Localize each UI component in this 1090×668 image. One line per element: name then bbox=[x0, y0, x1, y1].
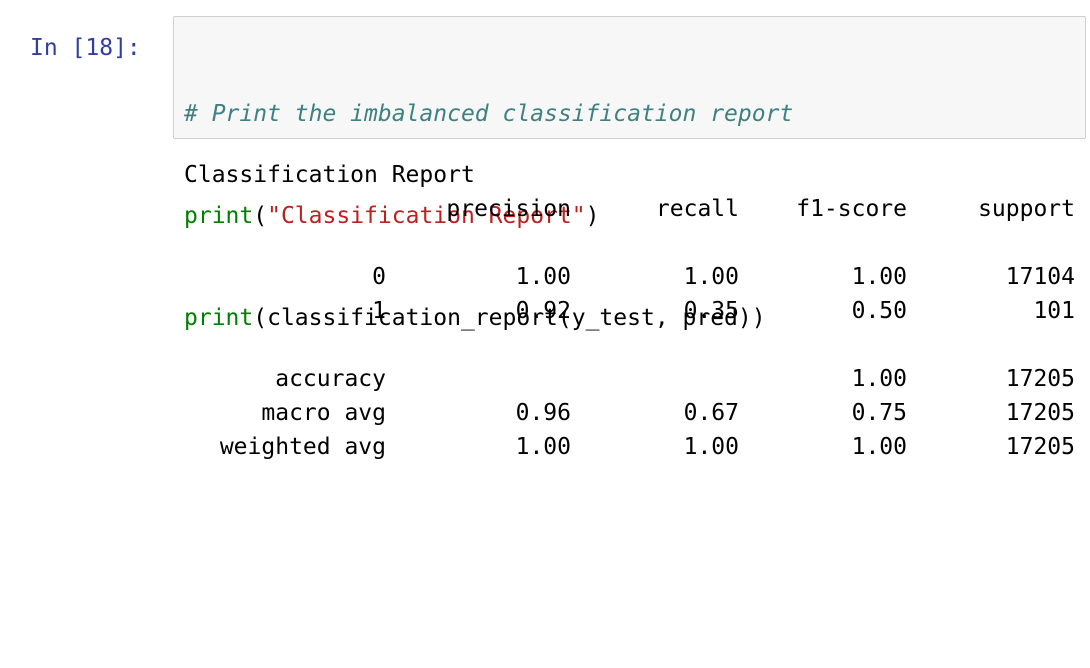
row-f1-score: 1.00 bbox=[851, 366, 907, 392]
report-row-macro-avg: macro avg 0.96 0.67 0.75 17205 bbox=[184, 396, 1084, 430]
row-f1-score: 1.00 bbox=[851, 264, 907, 290]
code-comment: # Print the imbalanced classification re… bbox=[184, 101, 794, 127]
row-support: 17205 bbox=[1005, 366, 1075, 392]
row-support: 17205 bbox=[1005, 400, 1075, 426]
row-label: macro avg bbox=[261, 400, 386, 426]
code-line: # Print the imbalanced classification re… bbox=[184, 97, 793, 131]
code-cell-input[interactable]: # Print the imbalanced classification re… bbox=[173, 16, 1086, 331]
header-precision: precision bbox=[446, 196, 571, 222]
row-support: 17104 bbox=[1005, 264, 1075, 290]
row-precision: 1.00 bbox=[515, 264, 571, 290]
row-f1-score: 0.75 bbox=[851, 400, 907, 426]
row-label: accuracy bbox=[275, 366, 386, 392]
row-recall: 1.00 bbox=[683, 434, 739, 460]
cell-output: Classification Report precision recall f… bbox=[184, 158, 1084, 464]
row-label: 1 bbox=[372, 298, 386, 324]
row-f1-score: 1.00 bbox=[851, 434, 907, 460]
header-support: support bbox=[978, 196, 1075, 222]
row-precision: 1.00 bbox=[515, 434, 571, 460]
row-support: 17205 bbox=[1005, 434, 1075, 460]
row-precision: 0.92 bbox=[515, 298, 571, 324]
report-header-row: precision recall f1-score support bbox=[184, 192, 1084, 226]
row-f1-score: 0.50 bbox=[851, 298, 907, 324]
report-row-class-0: 0 1.00 1.00 1.00 17104 bbox=[184, 260, 1084, 294]
header-recall: recall bbox=[655, 196, 739, 222]
row-label: 0 bbox=[372, 264, 386, 290]
report-row-weighted-avg: weighted avg 1.00 1.00 1.00 17205 bbox=[184, 430, 1084, 464]
row-precision: 0.96 bbox=[515, 400, 571, 426]
row-recall: 0.35 bbox=[683, 298, 739, 324]
row-recall: 0.67 bbox=[683, 400, 739, 426]
report-title: Classification Report bbox=[184, 162, 475, 188]
report-row-class-1: 1 0.92 0.35 0.50 101 bbox=[184, 294, 1084, 328]
header-f1-score: f1-score bbox=[796, 196, 907, 222]
report-row-accuracy: accuracy 1.00 17205 bbox=[184, 362, 1084, 396]
row-recall: 1.00 bbox=[683, 264, 739, 290]
input-prompt: In [18]: bbox=[30, 35, 141, 61]
row-label: weighted avg bbox=[219, 434, 386, 460]
row-support: 101 bbox=[1033, 298, 1075, 324]
